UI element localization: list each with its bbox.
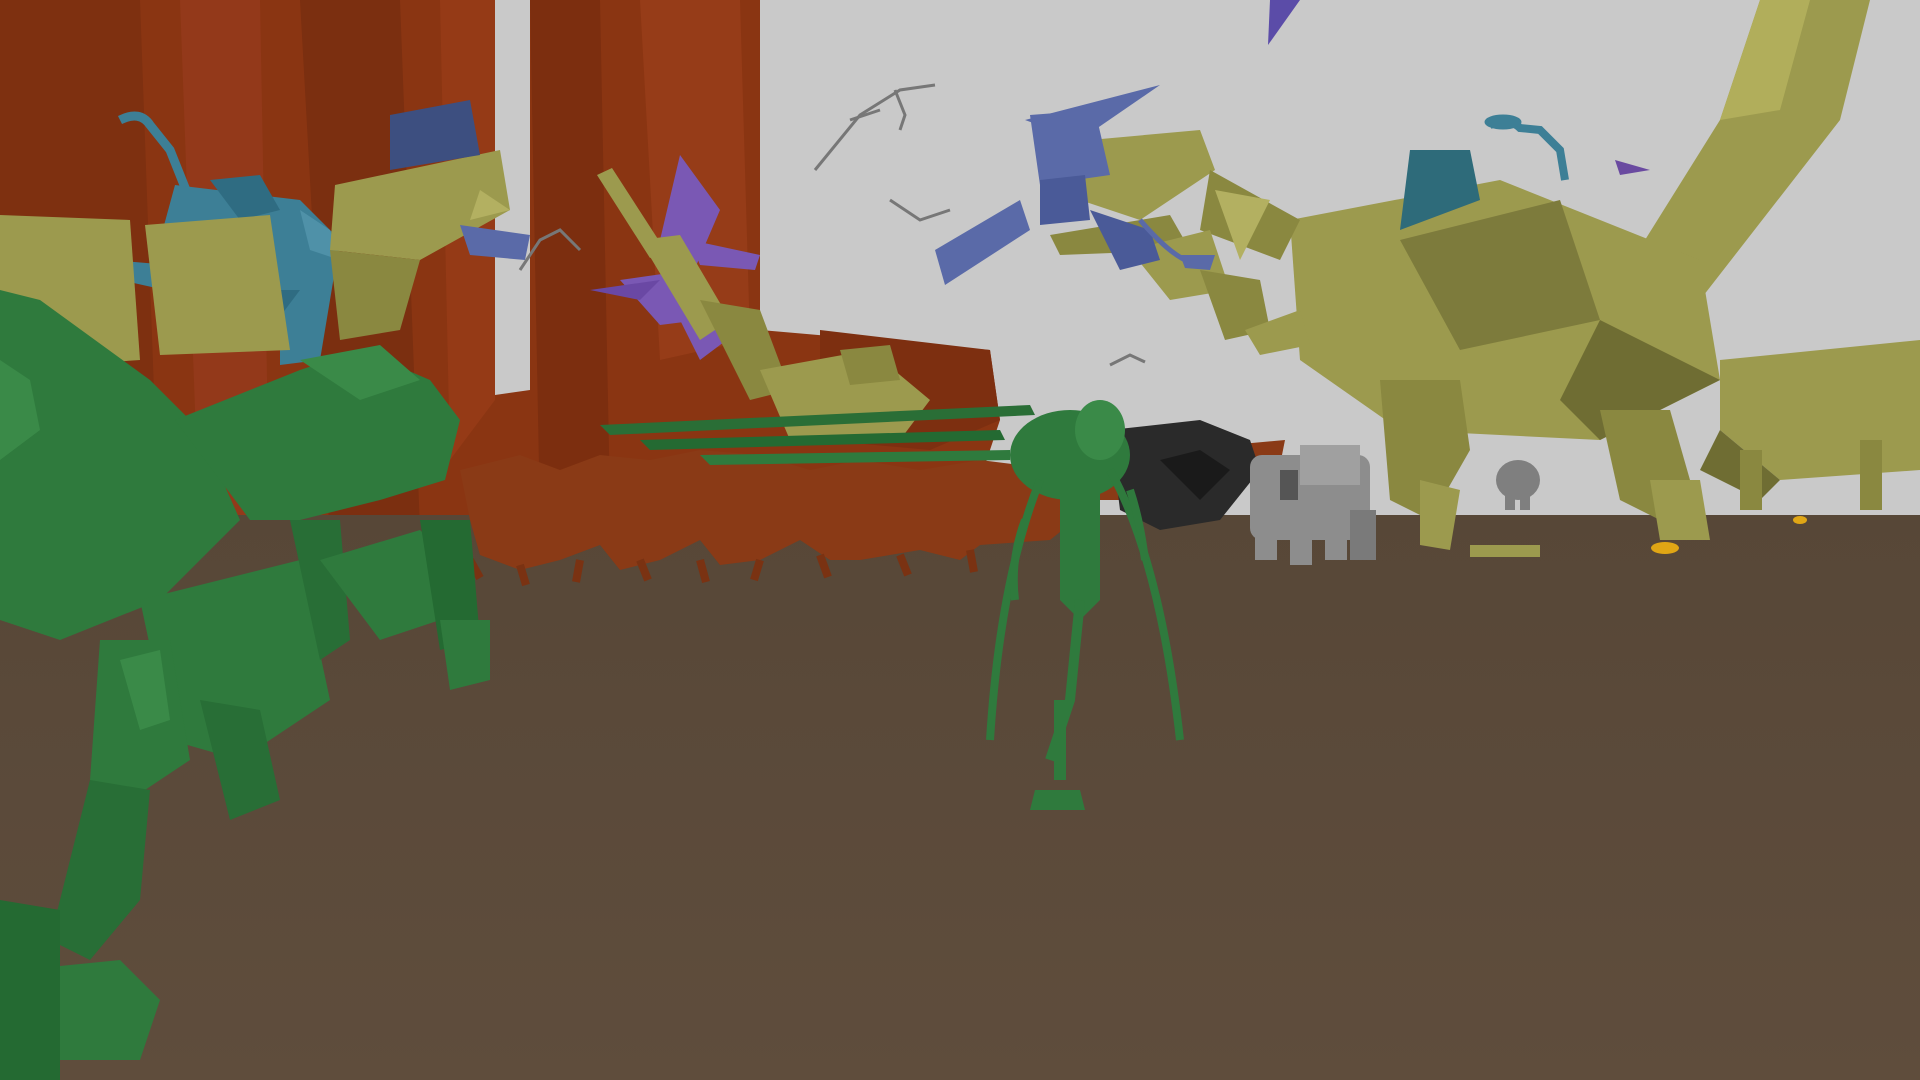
game-viewport[interactable] [0, 0, 1920, 1080]
game-scene[interactable] [0, 0, 1920, 1080]
